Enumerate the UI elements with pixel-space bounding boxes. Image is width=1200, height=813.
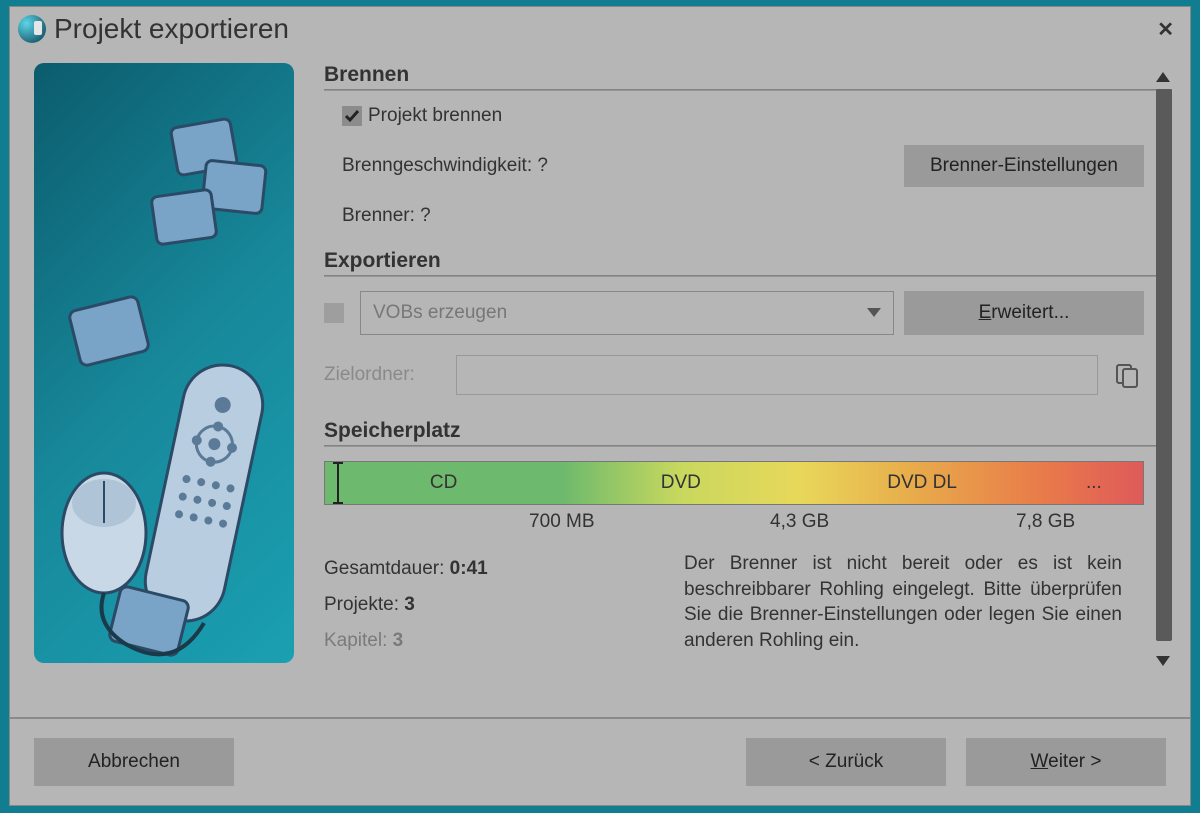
storage-seg-overflow: ... [1045,462,1143,504]
chevron-down-icon [867,302,881,324]
browse-folder-icon[interactable] [1110,358,1144,392]
burn-project-checkbox[interactable] [342,106,362,126]
export-dialog: Projekt exportieren ✕ [9,6,1191,806]
burner-device-label: Brenner: ? [342,205,431,227]
storage-seg-dvddl: DVD DL [799,462,1044,504]
wizard-illustration [34,63,294,663]
export-format-value: VOBs erzeugen [373,302,507,324]
storage-stats: Gesamtdauer: 0:41 Projekte: 3 Kapitel: 3 [324,551,654,659]
cancel-button[interactable]: Abbrechen [34,738,234,786]
section-title-storage: Speicherplatz [324,419,1172,443]
burn-speed-label: Brenngeschwindigkeit: ? [342,155,548,177]
scroll-up-icon[interactable] [1152,67,1172,87]
dialog-title: Projekt exportieren [54,13,289,45]
burner-warning-text: Der Brenner ist nicht bereit oder es ist… [684,551,1172,659]
close-icon[interactable]: ✕ [1151,15,1180,44]
burn-project-label: Projekt brennen [368,105,502,127]
target-folder-label: Zielordner: [324,364,444,386]
section-title-export: Exportieren [324,249,1172,273]
storage-seg-dvd: DVD [562,462,799,504]
export-format-select[interactable]: VOBs erzeugen [360,291,894,335]
advanced-button[interactable]: Erweitert... [904,291,1144,335]
section-title-burn: Brennen [324,63,1172,87]
export-enable-checkbox[interactable] [324,303,344,323]
storage-usage-marker [337,462,339,504]
storage-bar: CD DVD DVD DL ... [324,461,1144,505]
titlebar: Projekt exportieren ✕ [10,7,1190,49]
target-folder-input[interactable] [456,355,1098,395]
next-button[interactable]: Weiter > [966,738,1166,786]
burner-settings-button[interactable]: Brenner-Einstellungen [904,145,1144,187]
scroll-down-icon[interactable] [1152,651,1172,671]
storage-tick-labels: 700 MB 4,3 GB 7,8 GB [324,511,1144,537]
main-panel: Brennen Projekt brennen Brenngeschwindig… [294,63,1172,673]
storage-seg-cd: CD [325,462,562,504]
back-button[interactable]: < Zurück [746,738,946,786]
dialog-footer: Abbrechen < Zurück Weiter > [10,717,1190,805]
app-logo-icon [18,15,46,43]
scrollbar-thumb[interactable] [1156,89,1172,641]
